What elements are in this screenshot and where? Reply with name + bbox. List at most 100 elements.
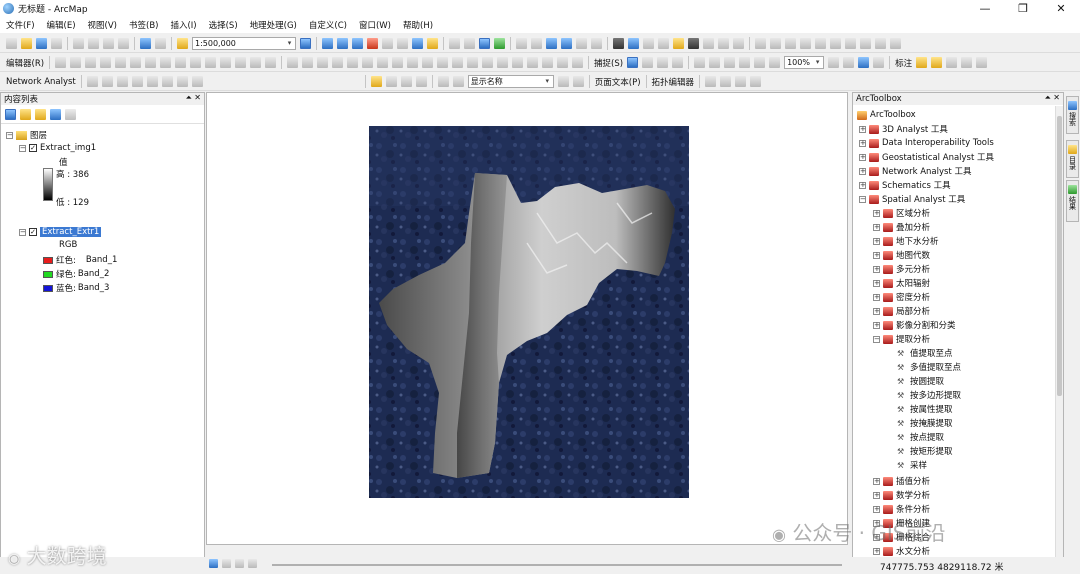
flicker-icon[interactable] (815, 38, 826, 49)
toolset-local[interactable]: + 局部分析 (873, 305, 930, 317)
menu-customize[interactable]: 自定义(C) (309, 19, 347, 31)
labeling-menu[interactable]: 标注 (895, 57, 912, 69)
create-features-icon[interactable] (235, 57, 247, 68)
toolset-extraction[interactable]: − 提取分析 (873, 333, 930, 345)
list-by-visibility-icon[interactable] (35, 109, 46, 120)
last-page-icon[interactable] (572, 76, 584, 87)
toolset-overlay[interactable]: + 叠加分析 (873, 221, 930, 233)
toolset-interpolation[interactable]: + 插值分析 (873, 475, 930, 487)
cut-icon[interactable] (73, 38, 84, 49)
tool-extract-values-to-points[interactable]: ⚒ 值提取至点 (897, 347, 953, 360)
search-window-icon[interactable] (352, 38, 363, 49)
network-analyst-menu[interactable]: Network Analyst (6, 77, 76, 87)
layout-view-icon[interactable] (222, 559, 231, 568)
expand-icon[interactable]: + (859, 125, 866, 133)
trace-icon[interactable] (100, 57, 112, 68)
select-elements-icon[interactable] (613, 38, 624, 49)
layers-group[interactable]: − 图层 (6, 129, 47, 141)
close-button[interactable]: ✕ (1042, 0, 1080, 17)
attributes-icon[interactable] (205, 57, 217, 68)
create-network-location-icon[interactable] (101, 76, 113, 87)
menu-windows[interactable]: 窗口(W) (359, 19, 391, 31)
tool-extract-by-mask[interactable]: ⚒ 按掩膜提取 (897, 417, 953, 430)
fixed-zoom-out-icon[interactable] (531, 38, 542, 49)
editor-toolbar-icon[interactable] (300, 38, 311, 49)
close-icon[interactable]: ✕ (1053, 93, 1060, 102)
toolset-3d-analyst[interactable]: +3D Analyst 工具 (859, 123, 948, 135)
expand-icon[interactable]: + (873, 251, 880, 259)
solve-icon[interactable] (146, 76, 158, 87)
data-view-icon[interactable] (209, 559, 218, 568)
next-page-icon[interactable] (557, 76, 569, 87)
construct-points-icon[interactable] (407, 57, 419, 68)
transparency-icon[interactable] (830, 38, 841, 49)
fillet-icon[interactable] (302, 57, 314, 68)
toolbox-scrollbar[interactable] (1055, 106, 1063, 558)
layout-zoom-icon[interactable] (724, 57, 736, 68)
expand-icon[interactable]: + (873, 477, 880, 485)
topology-icon[interactable] (452, 57, 464, 68)
effects-icon[interactable] (860, 38, 871, 49)
transform-icon[interactable] (512, 57, 524, 68)
editor-menu[interactable]: 编辑器(R) (6, 57, 44, 69)
collapse-icon[interactable]: − (873, 335, 880, 343)
explode-icon[interactable] (362, 57, 374, 68)
toolset-schematics[interactable]: + Schematics 工具 (859, 179, 951, 191)
menu-insert[interactable]: 插入(I) (170, 19, 196, 31)
brightness-icon[interactable] (890, 38, 901, 49)
hyperlink-icon[interactable] (658, 38, 669, 49)
georef-icon[interactable] (250, 57, 262, 68)
collapse-icon[interactable]: − (6, 131, 13, 139)
menu-help[interactable]: 帮助(H) (403, 19, 433, 31)
list-by-drawing-order-icon[interactable] (5, 109, 16, 120)
lock-labels-icon[interactable] (946, 57, 958, 68)
layout-zoom-out-icon[interactable] (739, 57, 751, 68)
toc-options-icon[interactable] (65, 109, 76, 120)
toolset-density[interactable]: + 密度分析 (873, 291, 930, 303)
open-icon[interactable] (21, 38, 32, 49)
expand-icon[interactable]: + (859, 181, 866, 189)
move-network-location-icon[interactable] (131, 76, 143, 87)
overview-icon[interactable] (770, 38, 781, 49)
refresh-icon[interactable] (235, 559, 244, 568)
edgematch-icon[interactable] (497, 57, 509, 68)
toolbox-root[interactable]: ArcToolbox (857, 109, 916, 121)
contrast-icon[interactable] (875, 38, 886, 49)
expand-icon[interactable]: + (873, 209, 880, 217)
menu-selection[interactable]: 选择(S) (209, 19, 238, 31)
toolset-map-algebra[interactable]: + 地图代数 (873, 249, 930, 261)
cogo-icon[interactable] (542, 57, 554, 68)
toolset-multivariate[interactable]: + 多元分析 (873, 263, 930, 275)
vertex-snap-icon[interactable] (657, 57, 669, 68)
menu-geoprocessing[interactable]: 地理处理(G) (250, 19, 297, 31)
full-extent-icon[interactable] (494, 38, 505, 49)
python-window-icon[interactable] (382, 38, 393, 49)
layer-extract-extr1[interactable]: − ✓ Extract_Extr1 (19, 227, 102, 237)
expand-icon[interactable]: + (873, 265, 880, 273)
help-icon[interactable] (427, 38, 438, 49)
layout-icon[interactable] (412, 38, 423, 49)
reshape-icon[interactable] (145, 57, 157, 68)
toggle-draft-icon[interactable] (828, 57, 840, 68)
expand-icon[interactable]: + (873, 547, 880, 555)
list-by-source-icon[interactable] (20, 109, 31, 120)
zoom-in-icon[interactable] (449, 38, 460, 49)
toc-window-icon[interactable] (322, 38, 333, 49)
magnifier-icon[interactable] (785, 38, 796, 49)
time-slider-icon[interactable] (733, 38, 744, 49)
new-document-icon[interactable] (6, 38, 17, 49)
modelbuilder-icon[interactable] (397, 38, 408, 49)
measure-icon[interactable] (673, 38, 684, 49)
toolset-spatial-analyst[interactable]: − Spatial Analyst 工具 (859, 193, 965, 205)
tool-sample[interactable]: ⚒ 采样 (897, 459, 927, 472)
menu-edit[interactable]: 编辑(E) (47, 19, 76, 31)
pause-drawing-icon[interactable] (248, 559, 257, 568)
menu-bookmarks[interactable]: 书签(B) (129, 19, 158, 31)
topology-editor-menu[interactable]: 拓扑编辑器 (652, 76, 695, 88)
layout-zoom-combo[interactable]: 100% ▾ (784, 56, 825, 69)
directions-icon[interactable] (161, 76, 173, 87)
view-unplaced-icon[interactable] (976, 57, 988, 68)
catalog-side-tab[interactable]: 目录 (1066, 140, 1079, 178)
results-side-tab[interactable]: 结果 (1066, 180, 1079, 222)
edit-vertices-icon[interactable] (130, 57, 142, 68)
